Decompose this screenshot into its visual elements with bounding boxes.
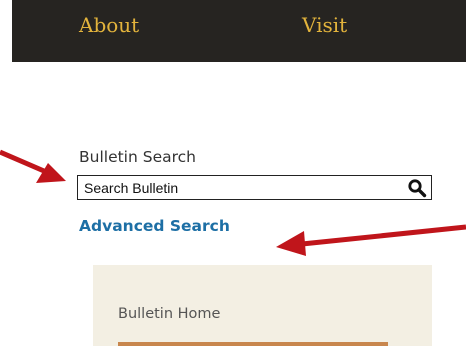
nav-link-visit[interactable]: Visit: [302, 13, 347, 37]
panel-accent-border: [118, 342, 388, 346]
nav-link-about[interactable]: About: [79, 13, 139, 37]
bulletin-side-panel: Bulletin Home: [93, 265, 432, 346]
bulletin-search-heading: Bulletin Search: [79, 148, 196, 166]
annotation-arrow-icon: [276, 224, 466, 256]
page: About Visit Bulletin Search Advanced Sea…: [0, 0, 466, 346]
top-navigation-bar: About Visit: [12, 0, 466, 62]
search-button[interactable]: [407, 178, 427, 198]
advanced-search-link[interactable]: Advanced Search: [79, 217, 230, 235]
bulletin-search-box: [77, 175, 432, 200]
search-icon: [408, 179, 427, 198]
bulletin-home-link[interactable]: Bulletin Home: [118, 306, 220, 322]
bulletin-search-input[interactable]: [84, 176, 384, 199]
annotation-arrow-icon: [0, 149, 66, 183]
